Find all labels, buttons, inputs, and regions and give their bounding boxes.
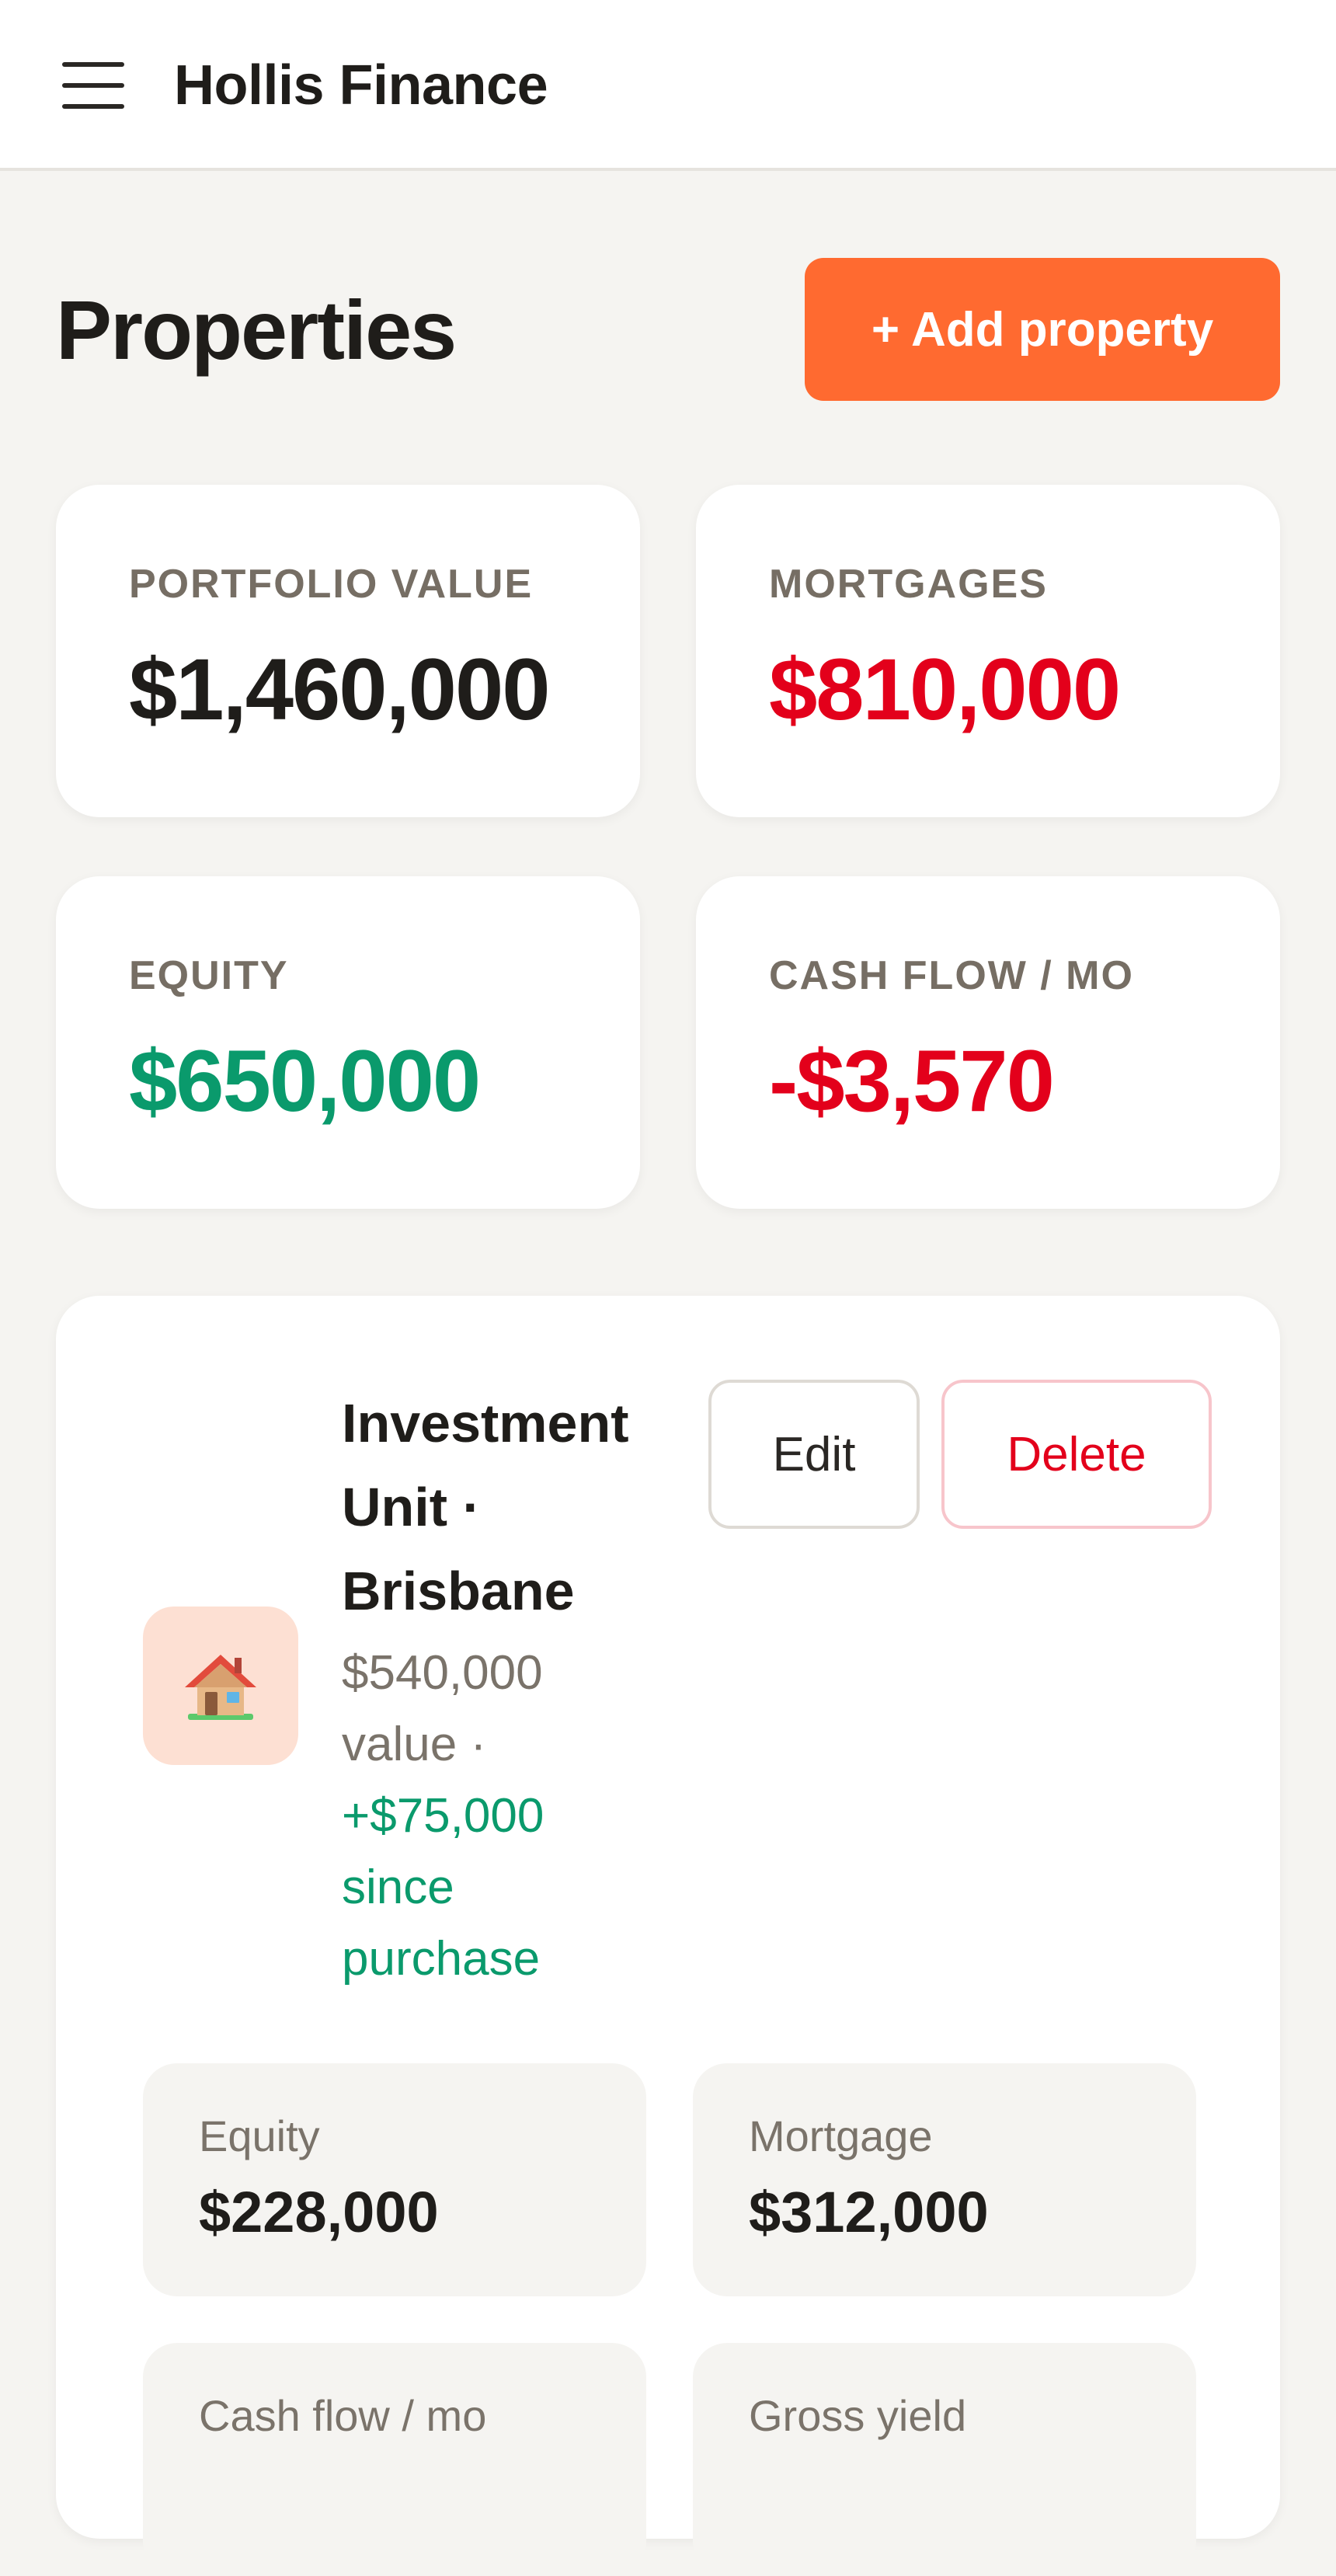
edit-property-button[interactable]: Edit	[708, 1380, 920, 1529]
summary-label: EQUITY	[129, 953, 289, 998]
hamburger-menu-icon[interactable]	[62, 62, 124, 109]
metric-label: Mortgage	[749, 2111, 933, 2160]
property-meta: $540,000 value · +$75,000 since purchase	[342, 1638, 652, 1995]
summary-value: $1,460,000	[129, 641, 551, 738]
metric-equity: Equity $228,000	[143, 2063, 646, 2296]
summary-card-portfolio-value: PORTFOLIO VALUE $1,460,000	[56, 485, 640, 817]
summary-card-mortgages: MORTGAGES $810,000	[696, 485, 1280, 817]
delete-property-button[interactable]: Delete	[941, 1380, 1212, 1529]
metric-value: $312,000	[749, 2180, 989, 2244]
summary-card-equity: EQUITY $650,000	[56, 876, 640, 1209]
metric-gross-yield: Gross yield	[693, 2343, 1196, 2576]
summary-label: CASH FLOW / MO	[769, 953, 1134, 998]
summary-label: MORTGAGES	[769, 562, 1048, 607]
summary-value: $810,000	[769, 641, 1121, 738]
property-card: Investment Unit · Brisbane $540,000 valu…	[56, 1296, 1280, 2576]
metric-label: Gross yield	[749, 2391, 967, 2440]
page-title: Properties	[56, 283, 457, 377]
metric-label: Cash flow / mo	[199, 2391, 487, 2440]
app-title: Hollis Finance	[174, 54, 548, 117]
property-gain-text: +$75,000 since purchase	[342, 1789, 544, 1986]
top-app-bar: Hollis Finance	[0, 0, 1336, 171]
metric-label: Equity	[199, 2111, 320, 2160]
metric-cash-flow: Cash flow / mo	[143, 2343, 646, 2576]
add-property-button[interactable]: + Add property	[805, 258, 1280, 401]
summary-value: $650,000	[129, 1032, 481, 1130]
summary-card-cash-flow: CASH FLOW / MO -$3,570	[696, 876, 1280, 1209]
property-name: Investment Unit · Brisbane	[342, 1393, 629, 1621]
summary-value: -$3,570	[769, 1032, 1055, 1130]
property-value-text: $540,000 value ·	[342, 1646, 543, 1771]
summary-label: PORTFOLIO VALUE	[129, 562, 534, 607]
metric-value: $228,000	[199, 2180, 439, 2244]
house-icon-graphic	[185, 1655, 256, 1720]
metric-mortgage: Mortgage $312,000	[693, 2063, 1196, 2296]
house-icon	[143, 1607, 298, 1765]
